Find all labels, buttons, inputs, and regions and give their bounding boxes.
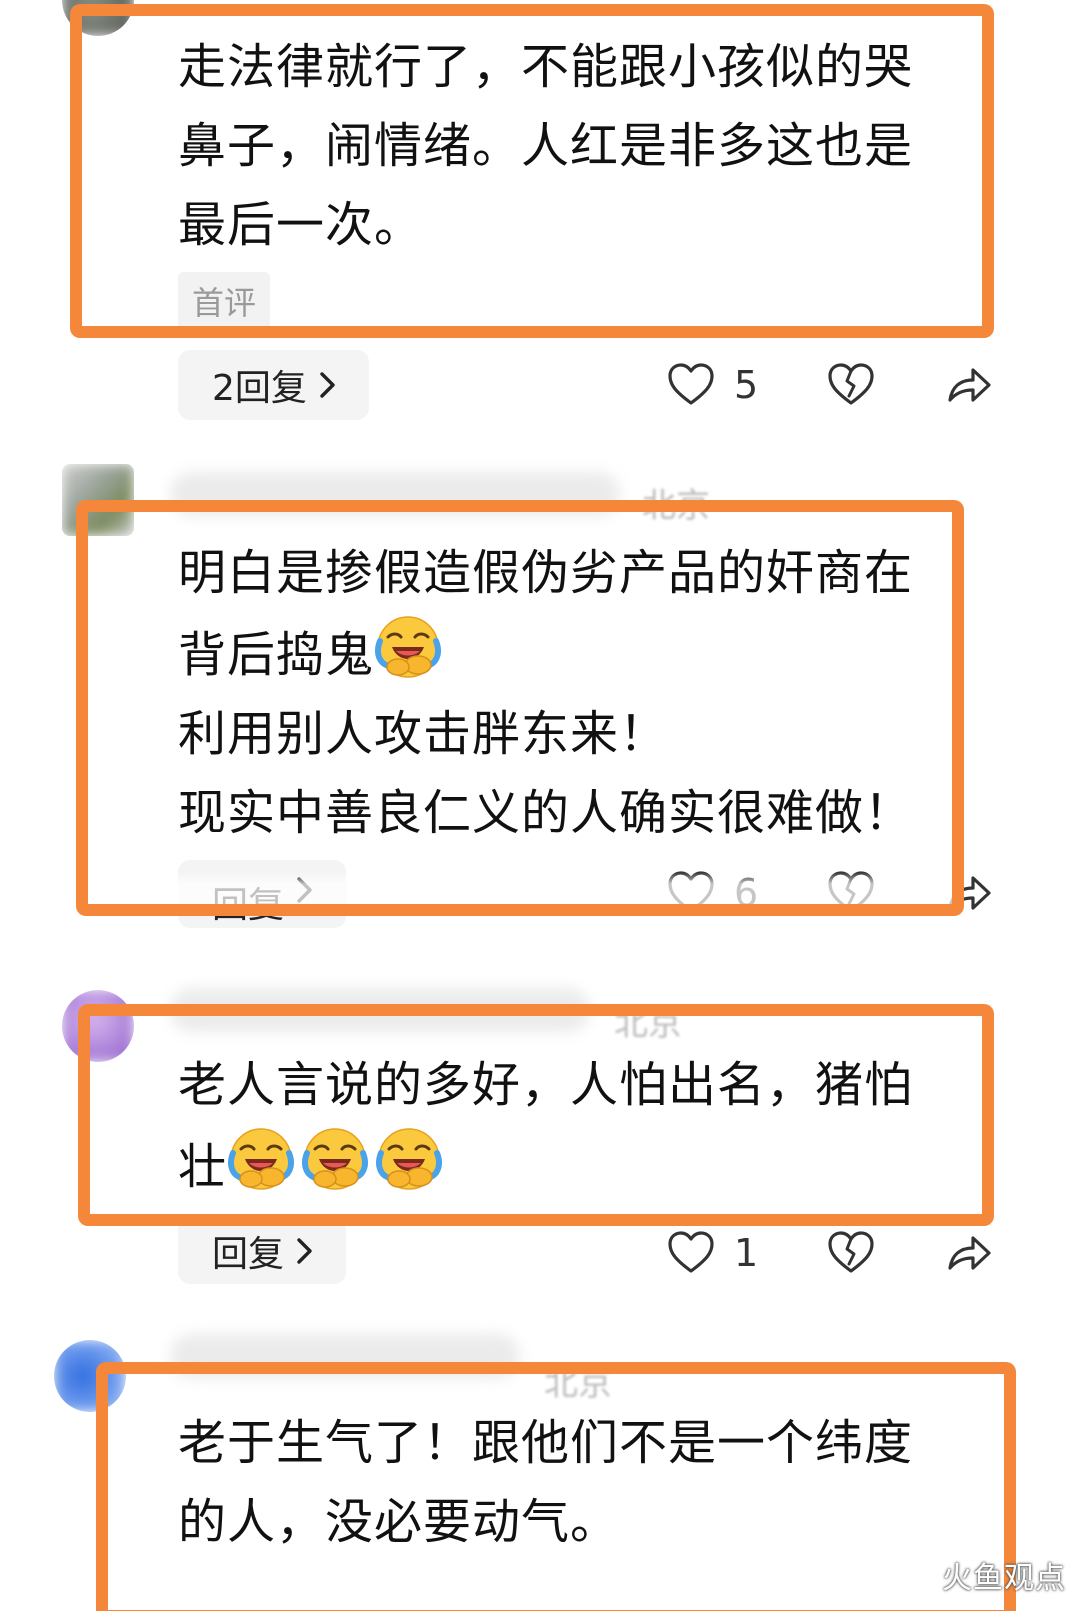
comment-line: 利用别人攻击胖东来！	[178, 706, 669, 762]
crying-laughing-emoji-icon	[301, 1125, 369, 1193]
comment-line: 背后捣鬼	[178, 613, 913, 695]
comment-line: 的人，没必要动气。	[178, 1494, 620, 1550]
avatar[interactable]	[62, 0, 134, 36]
comment-line: 老人言说的多好，人怕出名，猪怕	[178, 1057, 914, 1113]
username-blurred	[170, 988, 590, 1032]
share-button[interactable]	[944, 1228, 994, 1278]
broken-heart-icon	[826, 360, 876, 410]
heart-outline-icon	[666, 360, 716, 410]
crying-laughing-emoji-icon	[227, 1125, 295, 1193]
watermark: 火鱼观点	[942, 1561, 1066, 1596]
comment-text: 走法律就行了，不能跟小孩似的哭 鼻子，闹情绪。人红是非多这也是 最后一次。	[178, 28, 913, 265]
avatar[interactable]	[62, 464, 134, 536]
like-button[interactable]: 6	[666, 868, 758, 918]
reply-label: 回复	[212, 1234, 285, 1275]
broken-heart-icon	[826, 1228, 876, 1278]
reply-label: 2回复	[212, 368, 307, 409]
location-label: 北京	[614, 1004, 682, 1044]
crying-laughing-emoji-icon	[374, 613, 442, 681]
dislike-button[interactable]	[826, 360, 876, 410]
first-comment-tag: 首评	[178, 272, 271, 330]
comment-line-text: 背后捣鬼	[178, 627, 375, 683]
like-count: 6	[734, 871, 759, 915]
share-button[interactable]	[944, 360, 994, 410]
reply-label: 回复	[212, 885, 285, 926]
like-button[interactable]: 1	[666, 1228, 758, 1278]
like-count: 5	[734, 363, 759, 407]
comment-line: 走法律就行了，不能跟小孩似的哭	[178, 39, 914, 95]
heart-outline-icon	[666, 868, 716, 918]
comment-line-text: 壮	[178, 1139, 228, 1195]
like-count: 1	[734, 1231, 759, 1275]
crying-laughing-emoji-icon	[375, 1125, 443, 1193]
comment-line: 鼻子，闹情绪。人红是非多这也是	[178, 118, 914, 174]
avatar[interactable]	[54, 1340, 126, 1412]
comment-text: 老于生气了！跟他们不是一个纬度 的人，没必要动气。	[178, 1404, 913, 1562]
comment-text: 老人言说的多好，人怕出名，猪怕 壮	[178, 1046, 913, 1207]
share-button[interactable]	[944, 868, 994, 918]
avatar[interactable]	[62, 990, 134, 1062]
share-arrow-icon	[944, 360, 994, 410]
heart-outline-icon	[666, 1228, 716, 1278]
share-arrow-icon	[944, 1228, 994, 1278]
comment-line: 最后一次。	[178, 197, 424, 253]
chevron-right-icon	[294, 1237, 316, 1265]
reply-button[interactable]: 回复	[178, 1218, 347, 1284]
comment-line: 壮	[178, 1125, 913, 1207]
comment-line: 现实中善良仁义的人确实很难做！	[178, 785, 914, 841]
share-arrow-icon	[944, 868, 994, 918]
username-blurred	[170, 1334, 520, 1378]
username-blurred	[170, 472, 620, 516]
comment-text: 明白是掺假造假伪劣产品的奸商在 背后捣鬼 利用别人攻击胖东来！ 现实中善良仁义的…	[178, 534, 913, 853]
location-label: 北京	[642, 486, 710, 526]
location-label: 北京	[544, 1364, 612, 1404]
dislike-button[interactable]	[826, 868, 876, 918]
like-button[interactable]: 5	[666, 360, 758, 410]
chevron-right-icon	[317, 371, 339, 399]
reply-button[interactable]: 回复	[178, 860, 347, 928]
comment-line: 明白是掺假造假伪劣产品的奸商在	[178, 545, 914, 601]
comment-line: 老于生气了！跟他们不是一个纬度	[178, 1415, 914, 1471]
chevron-right-icon	[294, 876, 316, 904]
reply-button[interactable]: 2回复	[178, 350, 369, 420]
dislike-button[interactable]	[826, 1228, 876, 1278]
broken-heart-icon	[826, 868, 876, 918]
